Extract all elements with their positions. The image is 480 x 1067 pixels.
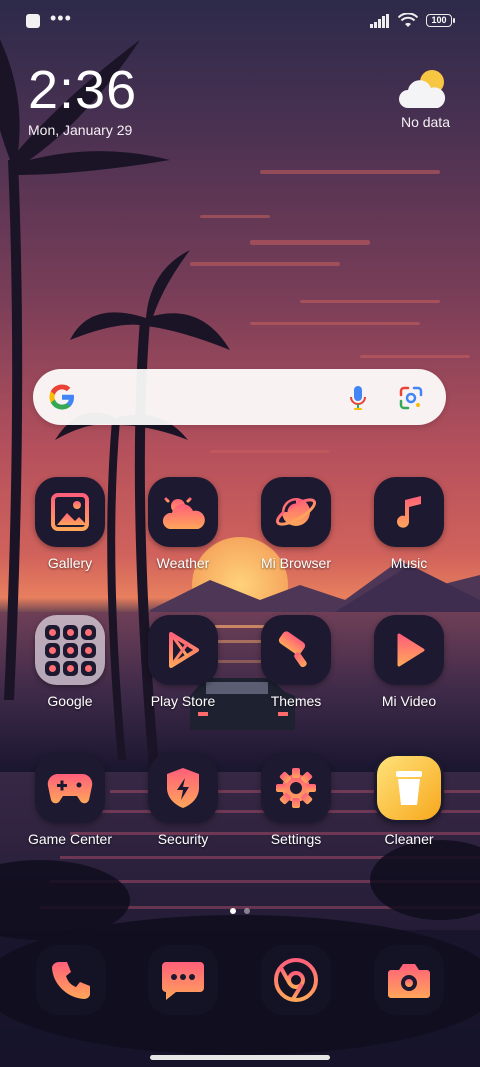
- play-store-icon: [148, 615, 218, 685]
- google-folder-icon: [35, 615, 105, 685]
- app-mi-browser[interactable]: Mi Browser: [241, 477, 351, 571]
- meet-mini-icon: [62, 642, 78, 658]
- app-label: Cleaner: [384, 831, 434, 847]
- app-label: Gallery: [47, 555, 93, 571]
- chrome-mini-icon: [44, 624, 60, 640]
- app-label: Play Store: [150, 693, 216, 709]
- app-game-center[interactable]: Game Center: [15, 753, 125, 847]
- status-bar: ••• 100: [0, 0, 480, 44]
- app-label: Themes: [270, 693, 322, 709]
- games-mini-icon: [80, 642, 96, 658]
- folder-label: Google: [47, 693, 93, 709]
- folder-google[interactable]: Google: [15, 615, 125, 709]
- app-music[interactable]: Music: [354, 477, 464, 571]
- notification-square-icon: [26, 14, 40, 28]
- weather-icon: [148, 477, 218, 547]
- app-label: Security: [157, 831, 209, 847]
- drive-mini-icon: [44, 642, 60, 658]
- dock-browser[interactable]: [261, 945, 331, 1015]
- weather-widget[interactable]: No data: [370, 68, 450, 130]
- files-mini-icon: [44, 660, 60, 676]
- phone-icon: [52, 962, 90, 999]
- app-label: Music: [390, 555, 428, 571]
- trash-bin-icon: [374, 753, 444, 823]
- page-dot[interactable]: [244, 908, 250, 914]
- music-note-icon: [374, 477, 444, 547]
- gallery-icon: [35, 477, 105, 547]
- partly-cloudy-icon: [399, 70, 446, 108]
- page-indicator: [0, 908, 480, 914]
- app-gallery[interactable]: Gallery: [15, 477, 125, 571]
- dock-messages[interactable]: [148, 945, 218, 1015]
- message-bubble-icon: [162, 962, 204, 1000]
- app-themes[interactable]: Themes: [241, 615, 351, 709]
- video-play-icon: [374, 615, 444, 685]
- shield-icon: [148, 753, 218, 823]
- app-label: Mi Browser: [260, 555, 331, 571]
- app-label: Weather: [156, 555, 210, 571]
- camera-icon: [388, 964, 430, 998]
- wifi-icon: [398, 13, 418, 27]
- clock-time: 2:36: [28, 60, 138, 120]
- app-label: Mi Video: [381, 693, 437, 709]
- gear-icon: [261, 753, 331, 823]
- more-notifications-icon: •••: [50, 8, 72, 28]
- dock-phone[interactable]: [36, 945, 106, 1015]
- app-security[interactable]: Security: [128, 753, 238, 847]
- messages-mini-icon: [80, 660, 96, 676]
- chrome-browser-icon: [274, 958, 318, 1002]
- app-label: Settings: [270, 831, 322, 847]
- microphone-icon[interactable]: [348, 385, 368, 411]
- clock-date: Mon, January 29: [28, 122, 133, 138]
- clock-widget[interactable]: 2:36 Mon, January 29: [28, 62, 137, 138]
- paint-roller-icon: [261, 615, 331, 685]
- weather-status: No data: [400, 114, 450, 130]
- app-weather[interactable]: Weather: [128, 477, 238, 571]
- app-play-store[interactable]: Play Store: [128, 615, 238, 709]
- google-lens-icon[interactable]: [398, 385, 424, 411]
- dock-camera[interactable]: [374, 945, 444, 1015]
- maps-mini-icon: [80, 624, 96, 640]
- google-search-bar[interactable]: [33, 369, 446, 425]
- photos-mini-icon: [62, 660, 78, 676]
- signal-icon: [370, 13, 389, 28]
- google-logo-icon: [49, 384, 74, 410]
- gamepad-icon: [35, 753, 105, 823]
- battery-icon: 100: [426, 14, 455, 27]
- app-cleaner[interactable]: Cleaner: [354, 753, 464, 847]
- page-dot-active: [230, 908, 236, 914]
- app-settings[interactable]: Settings: [241, 753, 351, 847]
- planet-browser-icon: [261, 477, 331, 547]
- gmail-mini-icon: [62, 624, 78, 640]
- app-mi-video[interactable]: Mi Video: [354, 615, 464, 709]
- app-label: Game Center: [27, 831, 113, 847]
- home-gesture-bar[interactable]: [150, 1055, 330, 1060]
